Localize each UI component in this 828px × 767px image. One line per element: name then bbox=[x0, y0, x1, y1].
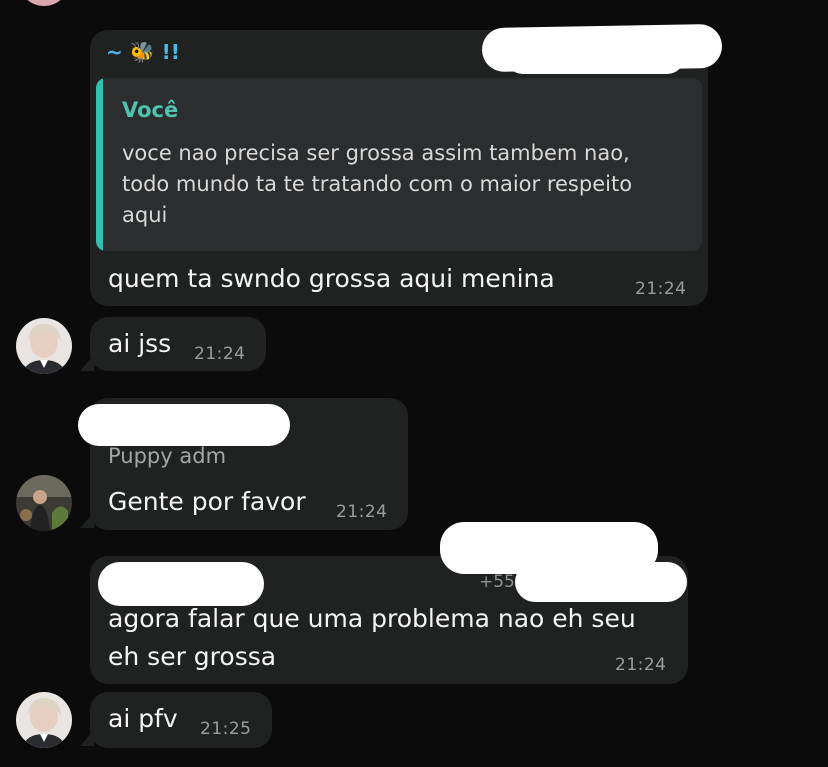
message-text: ai jss bbox=[108, 329, 172, 358]
message-text: agora falar que uma problema nao eh seu … bbox=[108, 604, 636, 671]
message-text: quem ta swndo grossa aqui menina bbox=[108, 264, 555, 293]
message-time: 21:24 bbox=[615, 655, 667, 675]
message-text: Gente por favor bbox=[108, 487, 306, 516]
quoted-message[interactable]: Você voce nao precisa ser grossa assim t… bbox=[96, 78, 702, 251]
avatar-partial[interactable] bbox=[18, 0, 70, 6]
message-text: ai pfv bbox=[108, 704, 178, 733]
message-time: 21:25 bbox=[200, 719, 252, 739]
message-bubble[interactable]: ai pfv 21:25 bbox=[90, 692, 272, 748]
avatar[interactable] bbox=[16, 692, 72, 748]
message-bubble[interactable]: ai jss 21:24 bbox=[90, 317, 266, 371]
quote-text: voce nao precisa ser grossa assim tambem… bbox=[122, 141, 633, 227]
message-time: 21:24 bbox=[194, 344, 246, 364]
redacted-name bbox=[505, 38, 685, 74]
sender-name[interactable]: ~ 🐝 !! bbox=[106, 40, 180, 64]
avatar[interactable] bbox=[16, 475, 72, 531]
message-time: 21:24 bbox=[635, 279, 687, 299]
sender-phone[interactable]: +55 bbox=[479, 572, 515, 592]
bubble-tail bbox=[80, 512, 94, 528]
quote-bar bbox=[96, 78, 103, 251]
quote-author: Você bbox=[122, 98, 179, 122]
sender-role[interactable]: Puppy adm bbox=[108, 444, 226, 468]
redacted-name bbox=[78, 404, 290, 446]
redacted-name bbox=[98, 562, 264, 606]
redacted-name bbox=[515, 562, 687, 602]
message-time: 21:24 bbox=[336, 502, 388, 522]
avatar[interactable] bbox=[16, 318, 72, 374]
